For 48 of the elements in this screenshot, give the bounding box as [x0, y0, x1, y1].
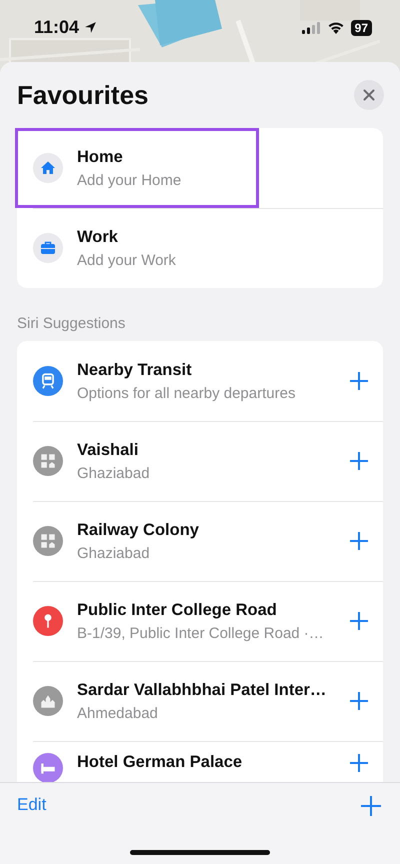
sheet-title: Favourites: [17, 80, 148, 110]
place-title: Sardar Vallabhbhai Patel Inter…: [77, 680, 328, 700]
place-title: Railway Colony: [77, 520, 200, 540]
add-button[interactable]: [349, 531, 369, 551]
briefcase-icon: [40, 240, 56, 256]
place-subtitle: Options for all nearby departures: [77, 384, 296, 402]
close-icon: [363, 89, 375, 101]
plus-icon: [349, 611, 369, 631]
favourite-item[interactable]: Work Add your Work: [17, 208, 383, 288]
add-button[interactable]: [349, 451, 369, 471]
signal-icon: [300, 22, 321, 34]
plus-icon: [360, 795, 382, 817]
edit-button[interactable]: Edit: [17, 795, 46, 815]
suggestion-item[interactable]: Vaishali Ghaziabad: [17, 421, 383, 501]
place-subtitle: Ahmedabad: [77, 704, 159, 722]
favourite-title: Home: [77, 148, 124, 166]
suggestion-item[interactable]: Hotel German Palace: [17, 741, 383, 782]
add-button[interactable]: [349, 611, 369, 631]
place-title: Public Inter College Road: [77, 600, 278, 620]
favourite-subtitle: Add your Home: [77, 172, 182, 188]
place-title: Vaishali: [77, 440, 140, 460]
add-button[interactable]: [349, 753, 369, 773]
add-button[interactable]: [360, 795, 382, 817]
place-title: Nearby Transit: [77, 360, 193, 380]
suggestion-item[interactable]: Public Inter College Road B-1/39, Public Inter College Road ·…: [17, 581, 383, 661]
place-subtitle: B-1/39, Public Inter College Road ·…: [77, 624, 325, 642]
suggestion-item[interactable]: Nearby Transit Options for all nearby departures: [17, 341, 383, 421]
favourite-title: Work: [77, 228, 119, 246]
favourite-subtitle: Add your Work: [77, 252, 177, 268]
plus-icon: [349, 451, 369, 471]
place-subtitle: Ghaziabad: [77, 544, 151, 562]
add-button[interactable]: [349, 371, 369, 391]
plus-icon: [349, 531, 369, 551]
plus-icon: [349, 753, 369, 773]
section-heading: Siri Suggestions: [16, 314, 126, 332]
suggestion-item[interactable]: Sardar Vallabhbhai Patel Inter… Ahmedabad: [17, 661, 383, 741]
plus-icon: [349, 691, 369, 711]
add-button[interactable]: [349, 691, 369, 711]
plus-icon: [349, 371, 369, 391]
favourite-item[interactable]: Home Add your Home: [15, 128, 259, 208]
close-button[interactable]: [354, 80, 384, 110]
place-subtitle: Ghaziabad: [77, 464, 151, 482]
wifi-icon: [326, 21, 345, 34]
status-time: 11:04: [34, 17, 80, 38]
location-arrow-icon: [84, 21, 98, 34]
house-icon: [40, 160, 56, 176]
suggestion-item[interactable]: Railway Colony Ghaziabad: [17, 501, 383, 581]
place-title: Hotel German Palace: [77, 753, 244, 772]
